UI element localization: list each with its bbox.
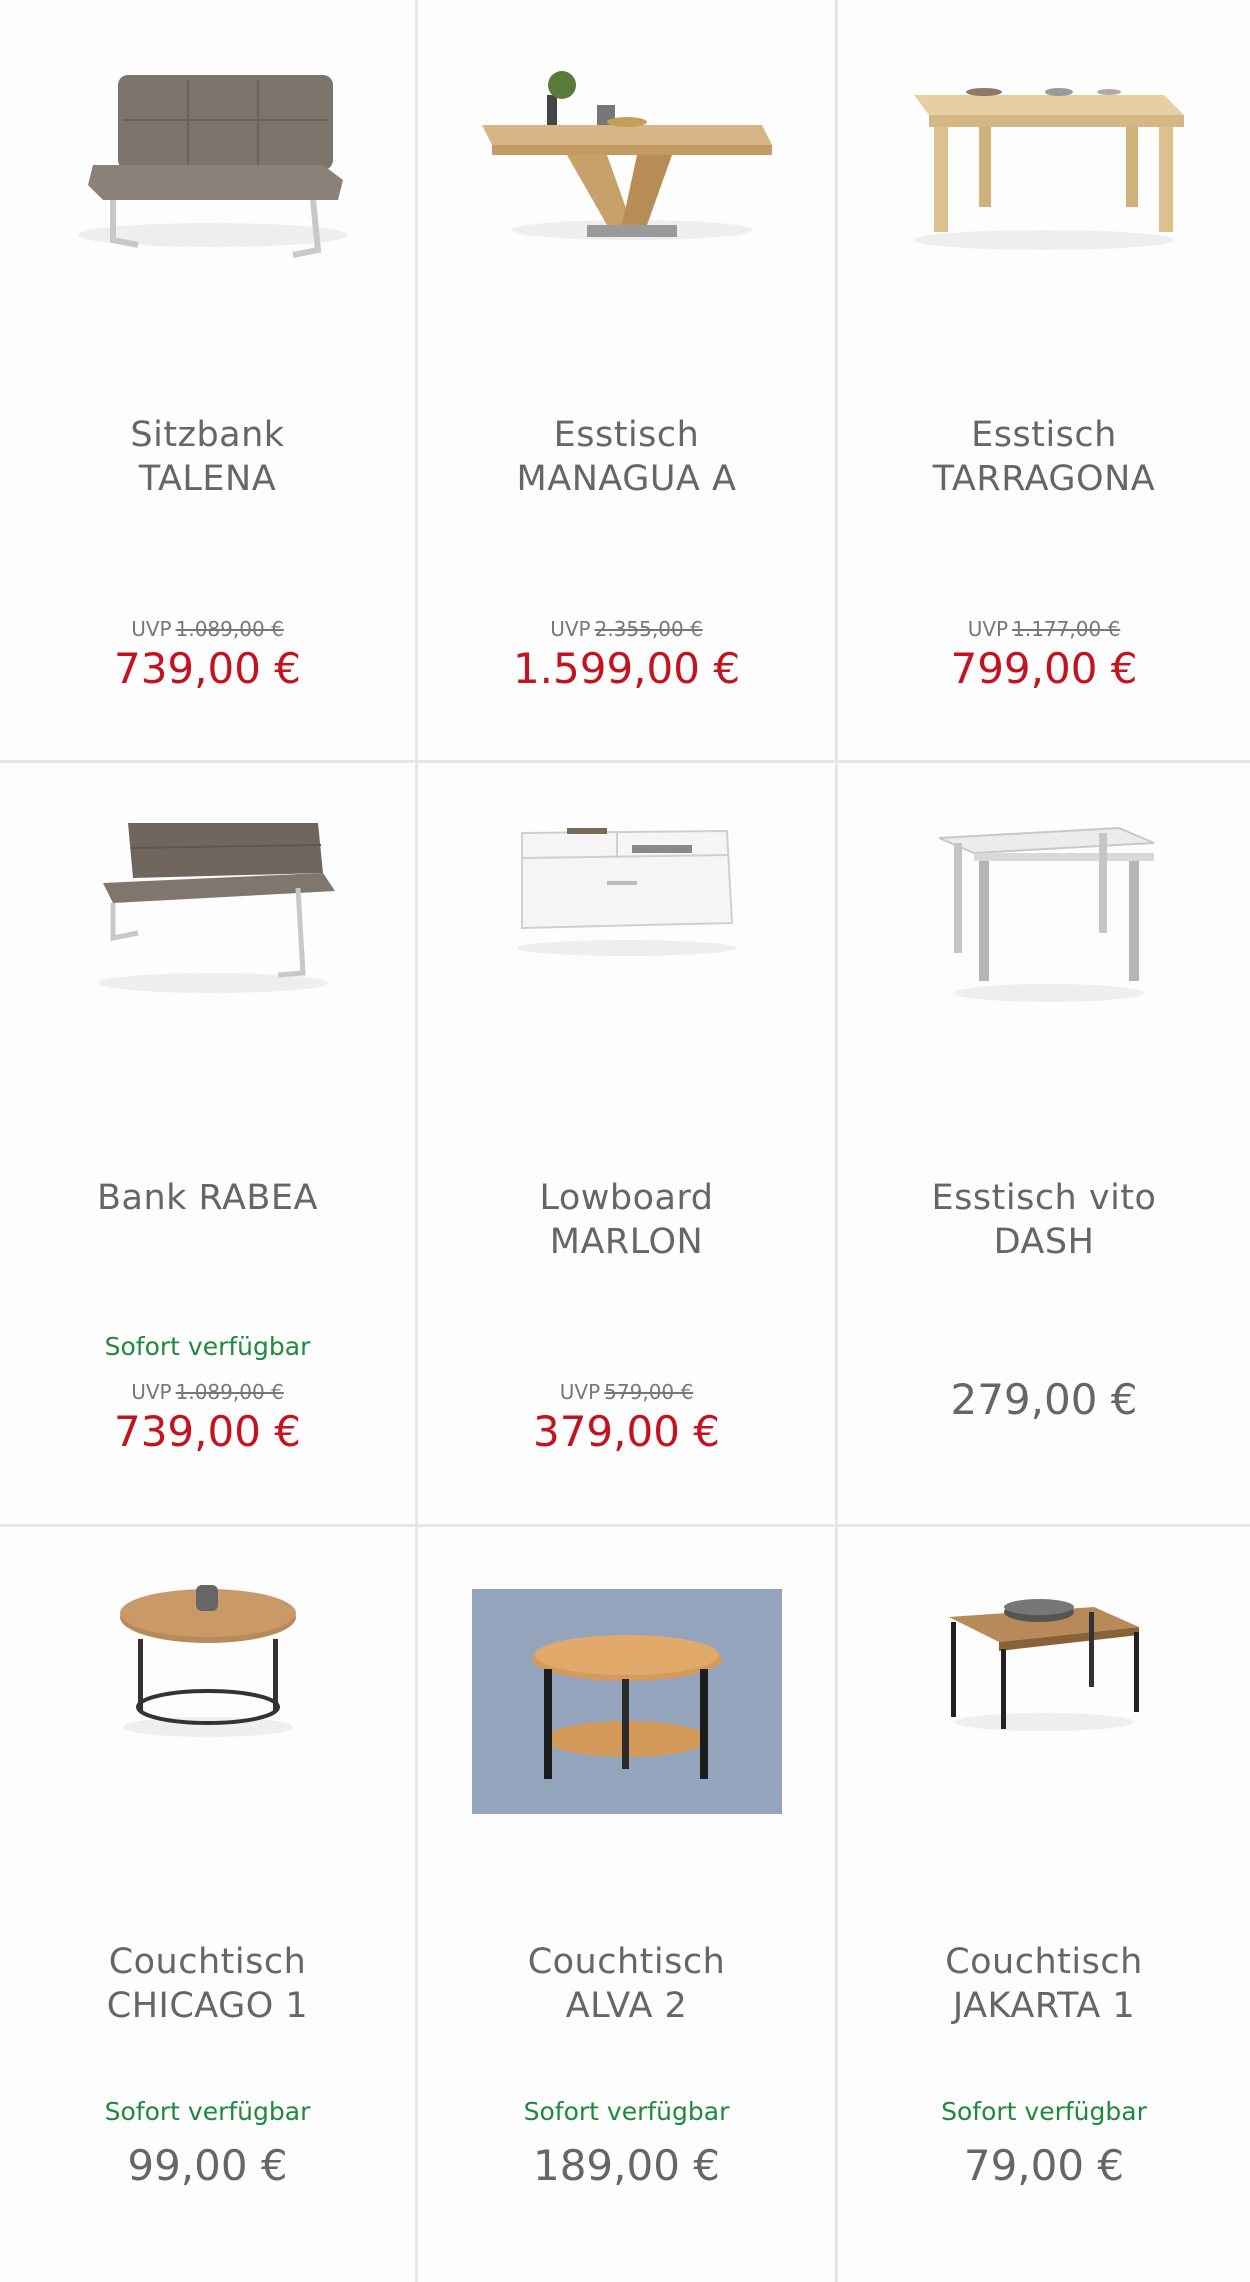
availability-status: Sofort verfügbar bbox=[523, 2097, 730, 2126]
product-title[interactable]: Sitzbank TALENA bbox=[10, 413, 405, 501]
coffee-table-icon bbox=[119, 1585, 296, 1737]
product-title[interactable]: Esstisch MANAGUA A bbox=[428, 413, 825, 501]
uvp-price: UVP 2.355,00 € bbox=[550, 617, 703, 641]
product-card[interactable]: Esstisch TARRAGONA UVP 1.177,00 € 799,00 … bbox=[838, 0, 1250, 763]
product-image[interactable] bbox=[838, 803, 1250, 1063]
bench-icon bbox=[97, 823, 335, 993]
product-card[interactable]: Esstisch MANAGUA A UVP 2.355,00 € 1.599,0… bbox=[418, 0, 838, 763]
product-image[interactable] bbox=[418, 1589, 835, 1849]
sale-price: 379,00 € bbox=[532, 1407, 721, 1456]
product-image[interactable] bbox=[418, 803, 835, 1063]
dining-table-icon bbox=[914, 88, 1184, 250]
product-title[interactable]: Bank RABEA bbox=[10, 1176, 405, 1220]
dining-table-icon bbox=[481, 71, 772, 240]
lowboard-icon bbox=[516, 828, 737, 956]
product-card[interactable]: Lowboard MARLON UVP 579,00 € 379,00 € bbox=[418, 763, 838, 1527]
product-title[interactable]: Couchtisch JAKARTA 1 bbox=[848, 1940, 1240, 2028]
product-card[interactable]: Couchtisch CHICAGO 1 Sofort verfügbar 99… bbox=[0, 1527, 418, 2282]
availability-status: Sofort verfügbar bbox=[104, 2097, 311, 2126]
price: 279,00 € bbox=[950, 1375, 1138, 1424]
coffee-table-icon bbox=[471, 1589, 782, 1814]
product-title[interactable]: Couchtisch CHICAGO 1 bbox=[10, 1940, 405, 2028]
bench-icon bbox=[77, 75, 348, 258]
price: 189,00 € bbox=[532, 2141, 721, 2190]
sale-price: 739,00 € bbox=[113, 644, 302, 693]
price: 79,00 € bbox=[963, 2141, 1125, 2190]
product-image[interactable] bbox=[838, 1567, 1250, 1827]
price: 99,00 € bbox=[127, 2141, 288, 2190]
product-card[interactable]: Couchtisch JAKARTA 1 Sofort verfügbar 79… bbox=[838, 1527, 1250, 2282]
product-title[interactable]: Couchtisch ALVA 2 bbox=[428, 1940, 825, 2028]
product-image[interactable] bbox=[418, 40, 835, 300]
product-card[interactable]: Bank RABEA Sofort verfügbar UVP 1.089,00 … bbox=[0, 763, 418, 1527]
uvp-price: UVP 1.089,00 € bbox=[131, 617, 284, 641]
product-title[interactable]: Esstisch vito DASH bbox=[848, 1176, 1240, 1264]
product-card[interactable]: Esstisch vito DASH 279,00 € bbox=[838, 763, 1250, 1527]
product-card[interactable]: Couchtisch ALVA 2 Sofort verfügbar 189,0… bbox=[418, 1527, 838, 2282]
product-image[interactable] bbox=[0, 40, 415, 300]
product-grid: Sitzbank TALENA UVP1.089,00 € 739,00 € bbox=[0, 0, 1250, 2282]
product-title[interactable]: Esstisch TARRAGONA bbox=[848, 413, 1240, 501]
product-image[interactable] bbox=[838, 40, 1250, 300]
product-image[interactable] bbox=[0, 803, 415, 1063]
sale-price: 799,00 € bbox=[950, 644, 1138, 693]
product-title[interactable]: Lowboard MARLON bbox=[428, 1176, 825, 1264]
uvp-price: UVP 579,00 € bbox=[559, 1380, 694, 1404]
product-image[interactable] bbox=[0, 1567, 415, 1827]
product-card[interactable]: Sitzbank TALENA UVP 1.089,00 € 739,00 € bbox=[0, 0, 418, 763]
sale-price: 739,00 € bbox=[113, 1407, 302, 1456]
dining-table-icon bbox=[938, 826, 1155, 1002]
availability-status: Sofort verfügbar bbox=[941, 2097, 1147, 2126]
uvp-price: UVP 1.177,00 € bbox=[967, 617, 1121, 641]
sale-price: 1.599,00 € bbox=[512, 644, 741, 693]
coffee-table-icon bbox=[949, 1599, 1139, 1731]
availability-status: Sofort verfügbar bbox=[104, 1332, 311, 1361]
uvp-price: UVP 1.089,00 € bbox=[131, 1380, 284, 1404]
